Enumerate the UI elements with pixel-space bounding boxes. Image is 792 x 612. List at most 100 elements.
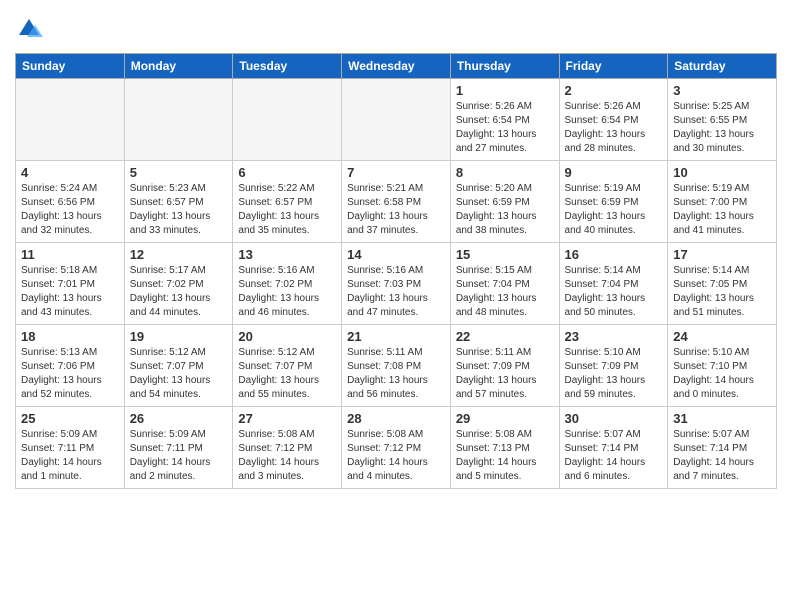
calendar-cell: 6Sunrise: 5:22 AM Sunset: 6:57 PM Daylig… [233,161,342,243]
calendar-cell: 14Sunrise: 5:16 AM Sunset: 7:03 PM Dayli… [342,243,451,325]
calendar-cell: 13Sunrise: 5:16 AM Sunset: 7:02 PM Dayli… [233,243,342,325]
day-number: 8 [456,165,554,180]
day-number: 31 [673,411,771,426]
day-info: Sunrise: 5:19 AM Sunset: 7:00 PM Dayligh… [673,182,771,238]
calendar-cell: 16 Sunrise: 5:14 AM Sunset: 7:04 PM Dayli… [559,243,668,325]
day-info: Sunrise: 5:09 AM Sunset: 7:11 PM Dayligh… [130,428,228,484]
calendar-cell: 7 Sunrise: 5:21 AM Sunset: 6:58 PM Daylig… [342,161,451,243]
day-number: 12 [130,247,228,262]
day-number: 3 [673,83,771,98]
day-info: Sunrise: 5:25 AM Sunset: 6:55 PM Dayligh… [673,100,771,156]
day-info: Sunrise: 5:14 AM Sunset: 7:05 PM Dayligh… [673,264,771,320]
calendar-cell: 9 Sunrise: 5:19 AM Sunset: 6:59 PM Daylig… [559,161,668,243]
calendar-cell: 20 Sunrise: 5:12 AM Sunset: 7:07 PM Dayli… [233,325,342,407]
calendar-cell: 1 Sunrise: 5:26 AM Sunset: 6:54 PM Daylig… [450,79,559,161]
day-number: 17 [673,247,771,262]
day-info: Sunrise: 5:13 AM Sunset: 7:06 PM Dayligh… [21,346,119,402]
day-info: Sunrise: 5:17 AM Sunset: 7:02 PM Dayligh… [130,264,228,320]
day-number: 25 [21,411,119,426]
calendar-cell: 3 Sunrise: 5:25 AM Sunset: 6:55 PM Daylig… [668,79,777,161]
day-header-thursday: Thursday [450,54,559,79]
calendar-cell: 30 Sunrise: 5:07 AM Sunset: 7:14 PM Dayli… [559,407,668,489]
day-header-monday: Monday [124,54,233,79]
calendar-cell [124,79,233,161]
day-number: 21 [347,329,445,344]
calendar-cell: 29 Sunrise: 5:08 AM Sunset: 7:13 PM Dayli… [450,407,559,489]
day-header-wednesday: Wednesday [342,54,451,79]
day-info: Sunrise: 5:14 AM Sunset: 7:04 PM Dayligh… [565,264,663,320]
day-number: 30 [565,411,663,426]
calendar-week-3: 11 Sunrise: 5:18 AM Sunset: 7:01 PM Dayli… [16,243,777,325]
page-header [15,15,777,43]
day-info: Sunrise: 5:19 AM Sunset: 6:59 PM Dayligh… [565,182,663,238]
day-info: Sunrise: 5:09 AM Sunset: 7:11 PM Dayligh… [21,428,119,484]
calendar-cell: 11 Sunrise: 5:18 AM Sunset: 7:01 PM Dayli… [16,243,125,325]
day-info: Sunrise: 5:26 AM Sunset: 6:54 PM Dayligh… [456,100,554,156]
day-number: 16 [565,247,663,262]
day-info: Sunrise: 5:24 AM Sunset: 6:56 PM Dayligh… [21,182,119,238]
day-info: Sunrise: 5:15 AM Sunset: 7:04 PM Dayligh… [456,264,554,320]
calendar-cell: 27Sunrise: 5:08 AM Sunset: 7:12 PM Dayli… [233,407,342,489]
day-number: 26 [130,411,228,426]
calendar-cell [233,79,342,161]
day-info: Sunrise: 5:08 AM Sunset: 7:13 PM Dayligh… [456,428,554,484]
day-info: Sunrise: 5:20 AM Sunset: 6:59 PM Dayligh… [456,182,554,238]
day-number: 9 [565,165,663,180]
day-header-friday: Friday [559,54,668,79]
day-number: 4 [21,165,119,180]
calendar-cell: 26 Sunrise: 5:09 AM Sunset: 7:11 PM Dayli… [124,407,233,489]
calendar-cell: 31 Sunrise: 5:07 AM Sunset: 7:14 PM Dayli… [668,407,777,489]
calendar-cell [342,79,451,161]
calendar-cell: 23 Sunrise: 5:10 AM Sunset: 7:09 PM Dayli… [559,325,668,407]
day-number: 13 [238,247,336,262]
day-number: 2 [565,83,663,98]
day-number: 6 [238,165,336,180]
calendar-table: SundayMondayTuesdayWednesdayThursdayFrid… [15,53,777,489]
calendar-cell: 18 Sunrise: 5:13 AM Sunset: 7:06 PM Dayli… [16,325,125,407]
calendar-cell: 15 Sunrise: 5:15 AM Sunset: 7:04 PM Dayli… [450,243,559,325]
calendar-week-5: 25 Sunrise: 5:09 AM Sunset: 7:11 PM Dayli… [16,407,777,489]
day-number: 18 [21,329,119,344]
calendar-cell: 2 Sunrise: 5:26 AM Sunset: 6:54 PM Daylig… [559,79,668,161]
day-number: 1 [456,83,554,98]
day-info: Sunrise: 5:12 AM Sunset: 7:07 PM Dayligh… [130,346,228,402]
day-info: Sunrise: 5:08 AM Sunset: 7:12 PM Dayligh… [347,428,445,484]
logo [15,15,47,43]
day-number: 5 [130,165,228,180]
calendar-cell: 28 Sunrise: 5:08 AM Sunset: 7:12 PM Dayli… [342,407,451,489]
day-number: 22 [456,329,554,344]
day-number: 14 [347,247,445,262]
day-header-tuesday: Tuesday [233,54,342,79]
day-number: 15 [456,247,554,262]
calendar-cell [16,79,125,161]
day-info: Sunrise: 5:11 AM Sunset: 7:09 PM Dayligh… [456,346,554,402]
day-info: Sunrise: 5:26 AM Sunset: 6:54 PM Dayligh… [565,100,663,156]
day-info: Sunrise: 5:11 AM Sunset: 7:08 PM Dayligh… [347,346,445,402]
day-number: 7 [347,165,445,180]
day-info: Sunrise: 5:10 AM Sunset: 7:09 PM Dayligh… [565,346,663,402]
day-header-saturday: Saturday [668,54,777,79]
calendar-cell: 17 Sunrise: 5:14 AM Sunset: 7:05 PM Dayli… [668,243,777,325]
day-info: Sunrise: 5:12 AM Sunset: 7:07 PM Dayligh… [238,346,336,402]
days-header-row: SundayMondayTuesdayWednesdayThursdayFrid… [16,54,777,79]
calendar-cell: 8 Sunrise: 5:20 AM Sunset: 6:59 PM Daylig… [450,161,559,243]
logo-icon [15,15,43,43]
day-number: 28 [347,411,445,426]
day-info: Sunrise: 5:07 AM Sunset: 7:14 PM Dayligh… [565,428,663,484]
day-info: Sunrise: 5:08 AM Sunset: 7:12 PM Dayligh… [238,428,336,484]
day-number: 19 [130,329,228,344]
day-number: 23 [565,329,663,344]
day-number: 20 [238,329,336,344]
day-number: 29 [456,411,554,426]
day-info: Sunrise: 5:18 AM Sunset: 7:01 PM Dayligh… [21,264,119,320]
calendar-cell: 19 Sunrise: 5:12 AM Sunset: 7:07 PM Dayli… [124,325,233,407]
day-info: Sunrise: 5:07 AM Sunset: 7:14 PM Dayligh… [673,428,771,484]
calendar-cell: 5 Sunrise: 5:23 AM Sunset: 6:57 PM Daylig… [124,161,233,243]
calendar-cell: 12 Sunrise: 5:17 AM Sunset: 7:02 PM Dayli… [124,243,233,325]
day-number: 11 [21,247,119,262]
day-info: Sunrise: 5:23 AM Sunset: 6:57 PM Dayligh… [130,182,228,238]
calendar-week-1: 1 Sunrise: 5:26 AM Sunset: 6:54 PM Daylig… [16,79,777,161]
calendar-cell: 24Sunrise: 5:10 AM Sunset: 7:10 PM Dayli… [668,325,777,407]
calendar-week-2: 4 Sunrise: 5:24 AM Sunset: 6:56 PM Daylig… [16,161,777,243]
day-info: Sunrise: 5:21 AM Sunset: 6:58 PM Dayligh… [347,182,445,238]
